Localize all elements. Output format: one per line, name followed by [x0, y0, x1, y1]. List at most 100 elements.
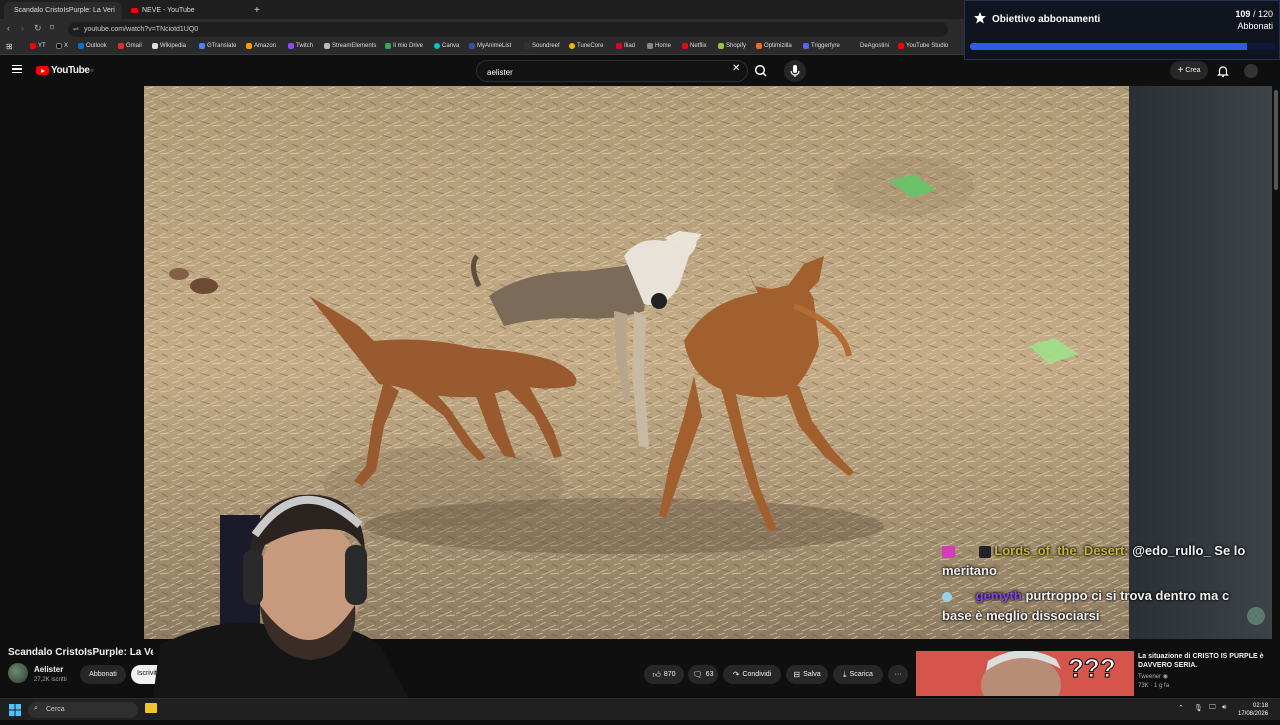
- volume-icon[interactable]: 🔊︎: [1222, 704, 1226, 712]
- bookmark-label: YT: [38, 43, 46, 49]
- microphone-tray-icon[interactable]: 🎙︎: [1194, 704, 1203, 712]
- recommended-views: 73K: [1138, 683, 1149, 689]
- goal-target: 120: [1257, 9, 1273, 19]
- taskbar-clock[interactable]: 02:18 17/08/2026: [1238, 702, 1268, 718]
- search-button[interactable]: [750, 61, 772, 81]
- bookmark-icon[interactable]: ⌑: [50, 23, 54, 32]
- save-button[interactable]: ⊟ Salva: [786, 665, 828, 684]
- page-scrollbar-thumb[interactable]: [1274, 90, 1278, 190]
- youtube-logo[interactable]: YouTube IT: [36, 65, 94, 76]
- tray-chevron-icon[interactable]: ⌃: [1178, 704, 1184, 712]
- subscription-goal-widget: Obiettivo abbonamenti 109 / 120 Abbonati: [964, 0, 1280, 60]
- new-tab-button[interactable]: +: [248, 2, 264, 19]
- file-explorer-icon[interactable]: [145, 703, 157, 713]
- notifications-button[interactable]: [1216, 64, 1230, 78]
- windows-taskbar: ⌕ Cerca ⌃ 🎙︎ 🖵︎ 🔊︎ 02:18 17/08/2026: [0, 698, 1280, 720]
- download-icon: ⤓: [843, 669, 847, 679]
- site-info-icon[interactable]: ⇌: [73, 25, 79, 33]
- download-button[interactable]: ⤓ Scarica: [833, 665, 883, 684]
- bookmark-item[interactable]: X: [56, 43, 68, 49]
- microphone-icon: [790, 65, 800, 77]
- clear-search-icon[interactable]: ✕: [732, 63, 740, 74]
- more-actions-button[interactable]: ···: [888, 665, 908, 684]
- bookmark-item[interactable]: YouTube Studio: [898, 43, 948, 49]
- bookmark-item[interactable]: Optimizilla: [756, 43, 792, 49]
- recommended-thumbnail[interactable]: ???: [916, 651, 1134, 696]
- bookmark-label: Netflix: [690, 43, 707, 49]
- goal-current: 109: [1235, 9, 1251, 19]
- recommended-title[interactable]: La situazione di CRISTO IS PURPLE è DAVV…: [1138, 652, 1268, 670]
- bookmark-item[interactable]: Wikipedia: [152, 43, 186, 49]
- bookmark-item[interactable]: Home: [647, 43, 671, 49]
- bookmark-item[interactable]: Iliad: [616, 43, 635, 49]
- bookmark-item[interactable]: Shopify: [718, 43, 746, 49]
- chat-avatar: [1247, 607, 1265, 625]
- bookmark-label: Optimizilla: [764, 43, 792, 49]
- video-title: Scandalo CristoIsPurple: La Verità: [8, 647, 153, 658]
- share-label: Condividi: [742, 671, 772, 678]
- goal-separator: /: [1250, 9, 1258, 19]
- account-avatar[interactable]: [1244, 64, 1258, 78]
- thumbs-up-icon: 👍︎: [652, 669, 661, 679]
- youtube-favicon-icon: [131, 8, 138, 13]
- bookmark-item[interactable]: Twitch: [288, 43, 313, 49]
- voice-search-button[interactable]: [784, 60, 806, 82]
- membership-button[interactable]: Abbonati: [80, 665, 126, 684]
- logo-region: IT: [90, 68, 95, 73]
- address-bar[interactable]: ⇌ youtube.com/watch?v=TNciotd1UQ0: [68, 22, 948, 37]
- bookmark-item[interactable]: DeAgostini: [852, 43, 889, 49]
- network-icon[interactable]: 🖵︎: [1209, 704, 1216, 712]
- bookmark-item[interactable]: Triggerfyre: [803, 43, 840, 49]
- bookmark-item[interactable]: Canva: [434, 43, 459, 49]
- tab-label: Scandalo CristoIsPurple: La Veri: [14, 7, 115, 14]
- chat-badge-icon: [942, 591, 952, 602]
- bookmark-item[interactable]: Soundreef: [524, 43, 560, 49]
- search-input[interactable]: aelister: [476, 60, 748, 82]
- bookmark-label: Triggerfyre: [811, 43, 840, 49]
- clock-time: 02:18: [1253, 703, 1269, 709]
- menu-icon[interactable]: [12, 65, 22, 73]
- bookmark-item[interactable]: YT: [30, 43, 46, 49]
- goal-title: Obiettivo abbonamenti: [992, 14, 1101, 25]
- browser-tab[interactable]: NEVE - YouTube: [125, 2, 243, 19]
- back-icon[interactable]: ‹: [7, 23, 10, 33]
- save-label: Salva: [803, 671, 821, 678]
- forward-icon[interactable]: ›: [21, 23, 24, 33]
- bookmark-item[interactable]: StreamElements: [324, 43, 376, 49]
- recommended-age: 1 g fa: [1154, 683, 1170, 689]
- chat-text: @edo_rullo_ Se lo: [1132, 543, 1246, 558]
- like-button[interactable]: 👍︎ 870: [644, 665, 684, 684]
- recommended-meta: 73K · 1 g fa: [1138, 683, 1170, 689]
- bookmark-label: Soundreef: [532, 43, 560, 49]
- share-button[interactable]: ↷ Condividi: [723, 665, 781, 684]
- bookmark-item[interactable]: Netflix: [682, 43, 707, 49]
- recommended-channel-name: Tweener: [1138, 674, 1162, 680]
- bookmark-item[interactable]: TuneCore: [569, 43, 603, 49]
- comments-button[interactable]: 🗨︎ 63: [688, 665, 718, 684]
- chat-text: base è meglio dissociarsi: [942, 608, 1100, 623]
- channel-avatar[interactable]: [8, 663, 28, 683]
- bookmark-item[interactable]: GTranslate: [199, 43, 236, 49]
- windows-start-icon[interactable]: [9, 704, 21, 716]
- bookmark-item[interactable]: Gmail: [118, 43, 142, 49]
- create-button[interactable]: + Crea: [1170, 61, 1208, 80]
- bookmark-item[interactable]: Outlook: [78, 43, 107, 49]
- chat-message: Lords_of_the_Desert: @edo_rullo_ Se lo: [942, 543, 1245, 558]
- bookmark-label: Wikipedia: [160, 43, 187, 49]
- bookmark-label: StreamElements: [332, 43, 377, 49]
- apps-grid-icon[interactable]: ⊞: [6, 42, 13, 51]
- channel-name[interactable]: Aelister: [34, 665, 63, 674]
- browser-tab-active[interactable]: Scandalo CristoIsPurple: La Veri ✕: [4, 2, 122, 19]
- bookmark-label: Amazon: [254, 43, 277, 49]
- reload-icon[interactable]: ↻: [34, 23, 42, 34]
- search-icon: [754, 64, 767, 77]
- recommended-channel[interactable]: Tweener ◉: [1138, 673, 1168, 680]
- bookmark-item[interactable]: Amazon: [246, 43, 276, 49]
- comment-icon: 🗨︎: [692, 670, 703, 679]
- chat-text: meritano: [942, 563, 997, 578]
- bookmark-label: MyAnimeList: [477, 43, 512, 49]
- taskbar-search[interactable]: ⌕ Cerca: [28, 702, 138, 718]
- chat-message: gemyth purtroppo ci si trova dentro ma c: [942, 588, 1229, 603]
- bookmark-item[interactable]: Il mio Drive: [385, 43, 423, 49]
- bookmark-item[interactable]: MyAnimeList: [469, 43, 511, 49]
